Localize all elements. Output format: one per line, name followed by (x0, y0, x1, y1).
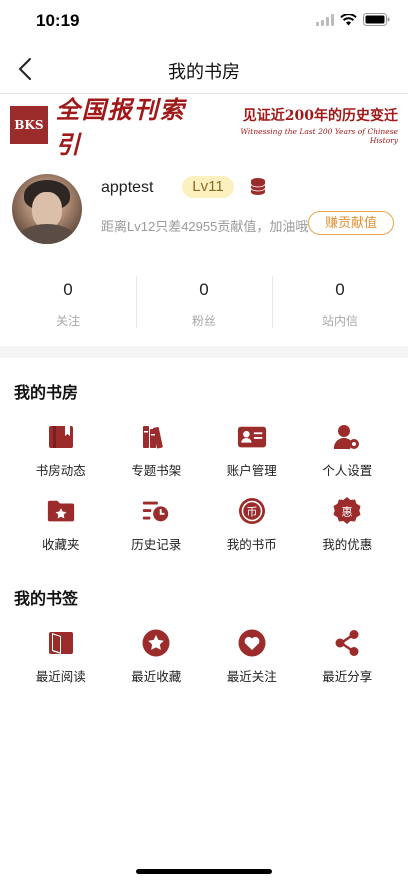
grid-label: 个人设置 (322, 464, 373, 478)
stats-row: 0 关注 0 粉丝 0 站内信 (0, 274, 408, 334)
coin-icon: 币 (237, 496, 267, 526)
grid-label: 历史记录 (131, 538, 182, 552)
wifi-icon (340, 13, 357, 31)
my-coins-button[interactable]: 币 我的书币 (204, 492, 300, 566)
grid-label: 最近分享 (322, 670, 373, 684)
stat-value: 0 (335, 280, 345, 299)
history-button[interactable]: 历史记录 (109, 492, 205, 566)
recent-shares-button[interactable]: 最近分享 (300, 624, 396, 698)
stat-label: 关注 (55, 314, 80, 328)
heart-circle-icon (237, 628, 267, 658)
earn-points-button[interactable]: 赚贡献值 (308, 211, 394, 235)
status-icons (316, 13, 390, 31)
stat-followers[interactable]: 0 粉丝 (136, 274, 272, 334)
home-indicator[interactable] (136, 869, 272, 874)
open-book-icon (46, 628, 76, 658)
grid-label: 最近阅读 (35, 670, 86, 684)
study-feed-icon (46, 422, 76, 452)
grid-label: 最近收藏 (131, 670, 182, 684)
nav-bar: 我的书房 (0, 44, 408, 94)
bks-logo: BKS (10, 106, 48, 144)
section-divider (0, 346, 408, 358)
status-bar: 10:19 (0, 0, 408, 44)
page-title: 我的书房 (168, 62, 240, 82)
battery-icon (363, 13, 390, 31)
stat-value: 0 (63, 280, 73, 299)
stat-messages[interactable]: 0 站内信 (272, 274, 408, 334)
grid-label: 最近关注 (226, 670, 277, 684)
my-bookmarks-title: 我的书签 (14, 591, 79, 608)
grid-label: 书房动态 (35, 464, 86, 478)
signal-icon (316, 13, 334, 31)
folder-star-icon (46, 496, 76, 526)
banner-text: 见证近200年的历史变迁 Witnessing the Last 200 Yea… (211, 105, 398, 145)
my-study-title: 我的书房 (14, 385, 79, 402)
personal-settings-button[interactable]: 个人设置 (300, 418, 396, 492)
avatar[interactable] (12, 174, 82, 244)
banner-slogan: 见证近200年的历史变迁 (242, 108, 398, 124)
account-management-button[interactable]: 账户管理 (204, 418, 300, 492)
bookshelf-icon (141, 422, 171, 452)
recent-follows-button[interactable]: 最近关注 (204, 624, 300, 698)
bookshelf-button[interactable]: 专题书架 (109, 418, 205, 492)
user-settings-icon (332, 422, 362, 452)
grid-label: 我的书币 (226, 538, 277, 552)
favorites-button[interactable]: 收藏夹 (13, 492, 109, 566)
grid-label: 收藏夹 (41, 538, 80, 552)
share-icon (332, 628, 362, 658)
profile-section: apptest Lv11 距离Lv12只差42955贡献值，加油哦 赚贡献值 (0, 170, 408, 250)
stat-following[interactable]: 0 关注 (0, 274, 136, 334)
stat-label: 站内信 (321, 314, 358, 328)
my-discounts-button[interactable]: 惠 我的优惠 (300, 492, 396, 566)
star-circle-icon (141, 628, 171, 658)
grid-label: 专题书架 (131, 464, 182, 478)
grid-label: 我的优惠 (322, 538, 373, 552)
history-icon (141, 496, 171, 526)
banner-name: 全国报刊索引 (55, 95, 186, 159)
discount-badge-icon: 惠 (332, 496, 362, 526)
svg-text:惠: 惠 (342, 505, 353, 519)
my-study-grid: 书房动态 专题书架 账户管理 个人设置 收藏夹 历史记录 币 我的书币 惠 我的… (13, 418, 395, 566)
coin-stack-icon[interactable] (248, 177, 268, 200)
svg-text:币: 币 (246, 506, 257, 519)
my-bookmarks-grid: 最近阅读 最近收藏 最近关注 最近分享 (13, 624, 395, 698)
recent-favorites-button[interactable]: 最近收藏 (109, 624, 205, 698)
username: apptest (101, 179, 154, 196)
status-time: 10:19 (36, 11, 80, 30)
study-feed-button[interactable]: 书房动态 (13, 418, 109, 492)
stat-value: 0 (199, 280, 209, 299)
banner-subtitle: Witnessing the Last 200 Years of Chinese… (240, 127, 398, 145)
grid-label: 账户管理 (226, 464, 277, 478)
stat-label: 粉丝 (191, 314, 216, 328)
banner[interactable]: BKS 全国报刊索引 见证近200年的历史变迁 Witnessing the L… (10, 95, 398, 159)
level-badge: Lv11 (182, 176, 234, 198)
recent-reading-button[interactable]: 最近阅读 (13, 624, 109, 698)
id-card-icon (237, 422, 267, 452)
level-progress-text: 距离Lv12只差42955贡献值，加油哦 (101, 219, 309, 234)
